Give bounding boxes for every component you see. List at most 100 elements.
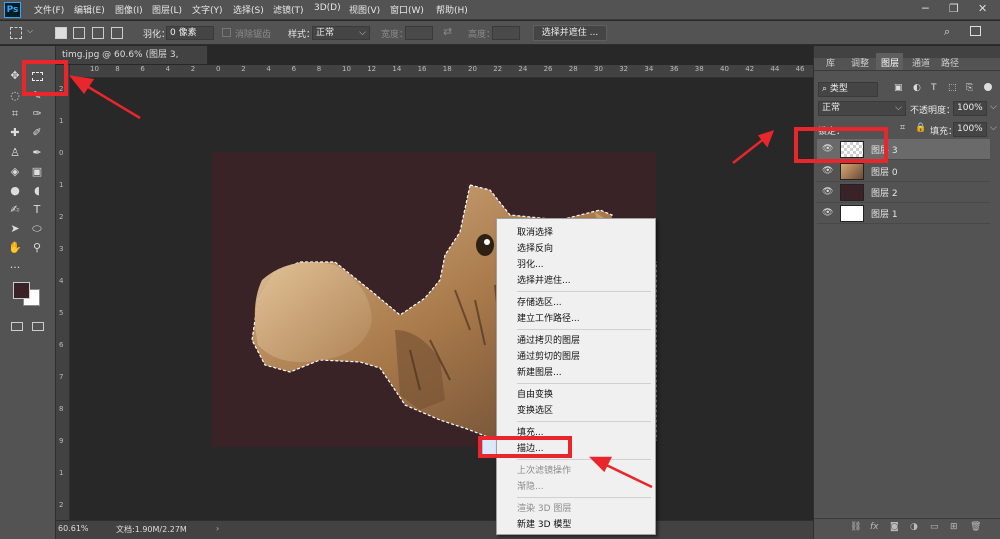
menu-edit[interactable]: 编辑(E) — [74, 3, 105, 16]
visibility-eye-icon[interactable]: 👁 — [822, 165, 834, 177]
chevron-right-icon[interactable]: › — [216, 524, 219, 533]
restore-icon[interactable]: ❐ — [949, 2, 959, 15]
history-brush-icon[interactable]: ✒ — [28, 144, 46, 162]
antialias-checkbox[interactable] — [222, 28, 231, 37]
swap-icon[interactable]: ⇄ — [443, 25, 452, 38]
blur-tool-icon[interactable]: ● — [6, 182, 24, 200]
new-selection-icon[interactable] — [55, 27, 67, 39]
menu-filter[interactable]: 滤镜(T) — [273, 3, 304, 16]
menu-image[interactable]: 图像(I) — [115, 3, 143, 16]
feather-input[interactable]: 0 像素 — [166, 26, 214, 40]
tab-library[interactable]: 库 — [826, 56, 835, 69]
ruler-top-label: 6 — [291, 65, 297, 73]
menu-window[interactable]: 窗口(W) — [390, 3, 424, 16]
tab-adjustments[interactable]: 调整 — [851, 56, 869, 69]
fill-input[interactable]: 100% — [953, 122, 987, 137]
tab-layers[interactable]: 图层 — [881, 56, 899, 69]
menu-help[interactable]: 帮助(H) — [436, 3, 468, 16]
shape-tool-icon[interactable]: ⬭ — [28, 220, 46, 238]
menu-file[interactable]: 文件(F) — [34, 3, 64, 16]
quick-mask-icon[interactable] — [11, 322, 23, 331]
clone-stamp-icon[interactable]: ♙ — [6, 144, 24, 162]
menu-type[interactable]: 文字(Y) — [192, 3, 223, 16]
tab-paths[interactable]: 路径 — [941, 56, 959, 69]
adjustment-layer-icon[interactable]: ◑ — [910, 522, 918, 532]
menu-view[interactable]: 视图(V) — [349, 3, 380, 16]
delete-layer-icon[interactable]: 🗑 — [970, 522, 981, 532]
context-menu-item[interactable]: 通过拷贝的图层 — [517, 333, 580, 346]
fill-chevron-icon[interactable]: ⌵ — [990, 123, 997, 133]
filter-shape-icon[interactable]: ⬚ — [948, 83, 957, 93]
layer-row-2[interactable]: 👁 图层 2 — [817, 182, 990, 203]
context-menu-item[interactable]: 选择并遮住... — [517, 273, 571, 286]
foreground-color-swatch[interactable] — [13, 282, 30, 299]
layer-row-1[interactable]: 👁 图层 1 — [817, 203, 990, 224]
context-menu-item[interactable]: 存储选区... — [517, 295, 562, 308]
menu-select[interactable]: 选择(S) — [233, 3, 264, 16]
context-menu-item[interactable]: 新建图层... — [517, 365, 562, 378]
zoom-tool-icon[interactable]: ⚲ — [28, 239, 46, 257]
add-mask-icon[interactable]: ◙ — [890, 522, 899, 532]
layer-row-0[interactable]: 👁 图层 0 — [817, 161, 990, 182]
gradient-tool-icon[interactable]: ▣ — [28, 163, 46, 181]
dodge-tool-icon[interactable]: ◖ — [28, 182, 46, 200]
visibility-eye-icon[interactable]: 👁 — [822, 207, 834, 219]
opacity-chevron-icon[interactable]: ⌵ — [990, 102, 997, 112]
hand-tool-icon[interactable]: ✋ — [6, 239, 24, 257]
context-menu-item[interactable]: 取消选择 — [517, 225, 553, 238]
context-menu-item[interactable]: 羽化... — [517, 257, 544, 270]
intersect-selection-icon[interactable] — [111, 27, 123, 39]
context-menu-item[interactable]: 自由变换 — [517, 387, 553, 400]
visibility-eye-icon[interactable]: 👁 — [822, 186, 834, 198]
fx-icon[interactable]: fx — [870, 522, 879, 532]
filter-smart-icon[interactable]: ⎘ — [966, 83, 973, 93]
filter-kind-select[interactable]: ⌕ 类型 — [818, 82, 878, 97]
context-menu-item[interactable]: 变换选区 — [517, 403, 553, 416]
context-menu-item[interactable]: 通过剪切的图层 — [517, 349, 580, 362]
filter-pixel-icon[interactable]: ▣ — [894, 83, 903, 93]
filter-toggle-icon[interactable] — [984, 83, 992, 91]
search-icon[interactable]: ⌕ — [944, 25, 950, 39]
new-layer-icon[interactable]: ⊞ — [950, 522, 958, 532]
menu-3d[interactable]: 3D(D) — [314, 3, 341, 13]
workspace-icon[interactable] — [970, 26, 981, 36]
menu-layer[interactable]: 图层(L) — [152, 3, 182, 16]
marquee-preset-icon[interactable] — [10, 27, 22, 39]
close-icon[interactable]: ✕ — [978, 2, 987, 15]
ruler-left-label: 1 — [59, 469, 64, 477]
lock-artboard-icon[interactable]: ⌗ — [900, 123, 905, 133]
height-input[interactable] — [492, 26, 520, 40]
pen-tool-icon[interactable]: ✍ — [6, 201, 24, 219]
context-menu-item[interactable]: 新建 3D 模型 — [517, 517, 571, 530]
eyedropper-tool-icon[interactable]: ✑ — [28, 105, 46, 123]
screen-mode-icon[interactable] — [32, 322, 44, 331]
new-group-icon[interactable]: ▭ — [930, 522, 939, 532]
opacity-input[interactable]: 100% — [953, 101, 987, 116]
tab-channels[interactable]: 通道 — [912, 56, 930, 69]
context-menu-item[interactable]: 选择反向 — [517, 241, 553, 254]
context-menu-item[interactable]: 建立工作路径... — [517, 311, 580, 324]
more-tools-icon[interactable]: ··· — [6, 259, 24, 277]
healing-brush-icon[interactable]: ✚ — [6, 124, 24, 142]
style-select[interactable]: 正常 ⌵ — [312, 26, 370, 40]
document-tab[interactable]: timg.jpg @ 60.6% (图层 3, RGB/8#) * — [56, 46, 208, 78]
filter-type-icon[interactable]: T — [931, 83, 937, 93]
eraser-tool-icon[interactable]: ◈ — [6, 163, 24, 181]
width-input[interactable] — [405, 26, 433, 40]
link-layers-icon[interactable]: ⛓ — [850, 522, 861, 532]
filter-adjust-icon[interactable]: ◐ — [913, 83, 921, 93]
select-and-mask-button[interactable]: 选择并遮住 ... — [533, 25, 607, 41]
add-selection-icon[interactable] — [73, 27, 85, 39]
blend-mode-select[interactable]: 正常 ⌵ — [818, 101, 906, 116]
lock-all-icon[interactable]: 🔒 — [915, 123, 926, 133]
brush-tool-icon[interactable]: ✐ — [28, 124, 46, 142]
zoom-level[interactable]: 60.61% — [58, 524, 89, 533]
ruler-top: 10 8 6 4 2 0 2 4 6 8 10 12 14 16 18 20 22 24 26 28 30 32 34 36 3… — [70, 65, 813, 78]
crop-tool-icon[interactable]: ⌗ — [6, 105, 24, 123]
path-select-tool-icon[interactable]: ➤ — [6, 220, 24, 238]
chevron-down-icon[interactable]: ⌵ — [27, 26, 33, 36]
status-bar: 60.61% 文档:1.90M/2.27M › — [56, 520, 813, 539]
minimize-icon[interactable]: ─ — [922, 2, 929, 15]
subtract-selection-icon[interactable] — [92, 27, 104, 39]
type-tool-icon[interactable]: T — [28, 201, 46, 219]
